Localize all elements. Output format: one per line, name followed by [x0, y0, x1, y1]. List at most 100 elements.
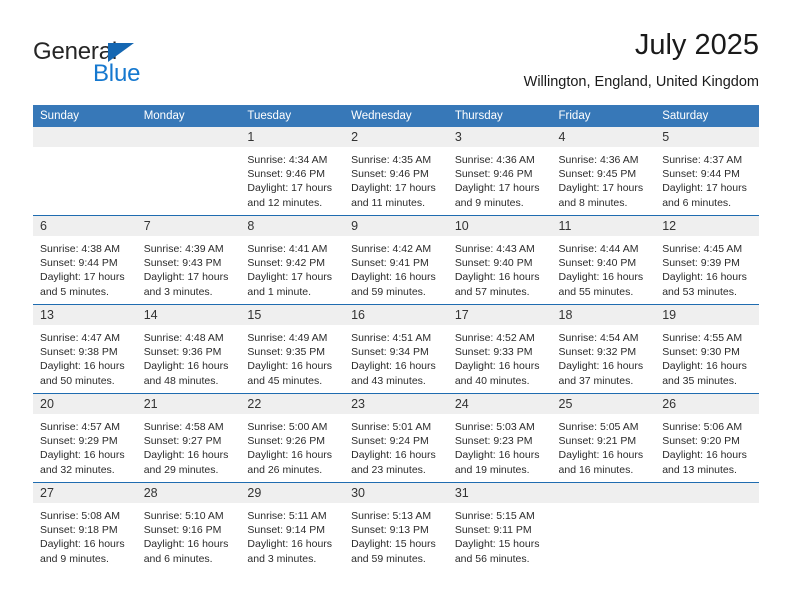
daylight-text: and 9 minutes.	[40, 552, 109, 565]
sunrise-text: Sunrise: 4:36 AM	[558, 154, 639, 166]
daylight-text: Daylight: 16 hours	[662, 449, 747, 462]
daylight-text: Daylight: 16 hours	[143, 538, 229, 551]
day-details: Sunrise: 4:38 AM Sunset: 9:44 PM Daylight:…	[33, 236, 137, 299]
daylight-text: and 9 minutes.	[454, 196, 524, 209]
sunrise-text: Sunrise: 4:34 AM	[247, 154, 328, 166]
calendar-day-cell[interactable]: 16 Sunrise: 4:51 AM Sunset: 9:34 PM Dayligh…	[344, 304, 448, 394]
calendar-day-cell[interactable]: 19 Sunrise: 4:55 AM Sunset: 9:30 PM Dayligh…	[655, 304, 759, 394]
sunset-text: Sunset: 9:44 PM	[40, 257, 118, 270]
sunset-text: Sunset: 9:42 PM	[247, 257, 326, 270]
sunrise-text: Sunrise: 5:13 AM	[351, 510, 432, 522]
calendar-day-cell[interactable]: 26 Sunrise: 5:06 AM Sunset: 9:20 PM Dayligh…	[655, 393, 759, 483]
calendar-day-cell[interactable]: 14 Sunrise: 4:48 AM Sunset: 9:36 PM Dayligh…	[136, 304, 241, 394]
daylight-text: Daylight: 17 hours	[143, 271, 229, 284]
calendar-day-cell[interactable]: 13 Sunrise: 4:47 AM Sunset: 9:38 PM Dayligh…	[33, 304, 137, 394]
calendar-day-cell[interactable]: 3 Sunrise: 4:36 AM Sunset: 9:46 PM Daylight…	[447, 127, 552, 216]
day-details: Sunrise: 4:52 AM Sunset: 9:33 PM Daylight:…	[448, 325, 552, 388]
day-number: 30	[344, 483, 448, 503]
daylight-text: and 1 minute.	[247, 285, 312, 298]
daylight-text: Daylight: 17 hours	[558, 182, 644, 195]
calendar-day-cell[interactable]: 22 Sunrise: 5:00 AM Sunset: 9:26 PM Dayligh…	[240, 393, 345, 483]
sunrise-text: Sunrise: 4:44 AM	[558, 243, 639, 255]
daylight-text: Daylight: 16 hours	[662, 271, 747, 284]
page-header: General Blue July 2025 Willington, Engla…	[33, 28, 759, 98]
calendar-day-cell[interactable]: 29 Sunrise: 5:11 AM Sunset: 9:14 PM Dayligh…	[240, 482, 345, 571]
calendar-day-cell[interactable]: 6 Sunrise: 4:38 AM Sunset: 9:44 PM Daylight…	[33, 215, 137, 305]
day-details: Sunrise: 4:41 AM Sunset: 9:42 PM Daylight:…	[240, 236, 344, 299]
calendar-day-cell[interactable]: 18 Sunrise: 4:54 AM Sunset: 9:32 PM Dayligh…	[551, 304, 656, 394]
page-subtitle: Willington, England, United Kingdom	[523, 74, 759, 90]
day-details: Sunrise: 5:15 AM Sunset: 9:11 PM Daylight:…	[448, 503, 552, 566]
calendar-day-cell[interactable]: 21 Sunrise: 4:58 AM Sunset: 9:27 PM Dayligh…	[136, 393, 241, 483]
day-number: 22	[240, 394, 345, 414]
sunset-text: Sunset: 9:16 PM	[143, 524, 222, 537]
daylight-text: and 3 minutes.	[143, 285, 213, 298]
calendar-day-cell[interactable]: 25 Sunrise: 5:05 AM Sunset: 9:21 PM Dayligh…	[551, 393, 656, 483]
weekday-header-tuesday: Tuesday	[240, 105, 345, 127]
day-details: Sunrise: 4:48 AM Sunset: 9:36 PM Daylight:…	[137, 325, 241, 388]
day-number: 29	[240, 483, 345, 503]
daylight-text: and 48 minutes.	[143, 374, 219, 387]
calendar-day-cell[interactable]: 24 Sunrise: 5:03 AM Sunset: 9:23 PM Dayligh…	[447, 393, 552, 483]
daylight-text: Daylight: 17 hours	[247, 182, 333, 195]
sunset-text: Sunset: 9:14 PM	[247, 524, 326, 537]
daylight-text: and 23 minutes.	[351, 463, 426, 476]
calendar-day-cell[interactable]: 17 Sunrise: 4:52 AM Sunset: 9:33 PM Dayligh…	[447, 304, 552, 394]
calendar-day-cell[interactable]: 27 Sunrise: 5:08 AM Sunset: 9:18 PM Dayligh…	[33, 482, 137, 571]
sunrise-text: Sunrise: 5:01 AM	[351, 421, 432, 433]
daylight-text: Daylight: 17 hours	[662, 182, 747, 195]
page-title: July 2025	[634, 29, 759, 61]
calendar-day-cell[interactable]: 31 Sunrise: 5:15 AM Sunset: 9:11 PM Dayligh…	[447, 482, 552, 571]
day-details: Sunrise: 4:37 AM Sunset: 9:44 PM Daylight:…	[655, 147, 759, 210]
sunset-text: Sunset: 9:44 PM	[662, 168, 740, 181]
calendar-day-cell[interactable]: 11 Sunrise: 4:44 AM Sunset: 9:40 PM Dayligh…	[551, 215, 656, 305]
sunset-text: Sunset: 9:41 PM	[351, 257, 429, 270]
day-number: 8	[240, 216, 345, 236]
daylight-text: Daylight: 16 hours	[454, 271, 540, 284]
sunrise-text: Sunrise: 5:00 AM	[247, 421, 328, 433]
day-details: Sunrise: 5:13 AM Sunset: 9:13 PM Daylight:…	[344, 503, 448, 566]
daylight-text: and 56 minutes.	[454, 552, 530, 565]
daylight-text: and 6 minutes.	[143, 552, 213, 565]
calendar-day-cell[interactable]: 8 Sunrise: 4:41 AM Sunset: 9:42 PM Daylight…	[240, 215, 345, 305]
day-number: 10	[447, 216, 552, 236]
sunrise-text: Sunrise: 5:06 AM	[662, 421, 743, 433]
daylight-text: and 57 minutes.	[454, 285, 530, 298]
sunrise-text: Sunrise: 4:51 AM	[351, 332, 432, 344]
daylight-text: and 32 minutes.	[40, 463, 115, 476]
calendar-day-cell[interactable]: 4 Sunrise: 4:36 AM Sunset: 9:45 PM Daylight…	[551, 127, 656, 216]
sunrise-text: Sunrise: 4:43 AM	[454, 243, 535, 255]
calendar-day-cell[interactable]: 20 Sunrise: 4:57 AM Sunset: 9:29 PM Dayligh…	[33, 393, 137, 483]
daylight-text: Daylight: 15 hours	[454, 538, 540, 551]
day-number: 12	[655, 216, 759, 236]
calendar-day-cell[interactable]: 12 Sunrise: 4:45 AM Sunset: 9:39 PM Dayligh…	[655, 215, 759, 305]
sunset-text: Sunset: 9:26 PM	[247, 435, 326, 448]
daylight-text: and 40 minutes.	[454, 374, 530, 387]
calendar-day-cell[interactable]: 10 Sunrise: 4:43 AM Sunset: 9:40 PM Dayligh…	[447, 215, 552, 305]
sunset-text: Sunset: 9:24 PM	[351, 435, 429, 448]
day-details: Sunrise: 5:01 AM Sunset: 9:24 PM Daylight:…	[344, 414, 448, 477]
calendar-day-cell[interactable]: 30 Sunrise: 5:13 AM Sunset: 9:13 PM Dayligh…	[344, 482, 448, 571]
day-number: 24	[447, 394, 552, 414]
sunset-text: Sunset: 9:11 PM	[454, 524, 532, 537]
daylight-text: Daylight: 17 hours	[454, 182, 540, 195]
day-details: Sunrise: 4:35 AM Sunset: 9:46 PM Daylight:…	[344, 147, 448, 210]
calendar-day-cell[interactable]: 5 Sunrise: 4:37 AM Sunset: 9:44 PM Daylight…	[655, 127, 759, 216]
day-number	[551, 483, 656, 503]
daylight-text: Daylight: 17 hours	[247, 271, 333, 284]
calendar-day-cell[interactable]: 15 Sunrise: 4:49 AM Sunset: 9:35 PM Dayligh…	[240, 304, 345, 394]
sunrise-text: Sunrise: 5:03 AM	[454, 421, 535, 433]
daylight-text: Daylight: 16 hours	[247, 360, 333, 373]
calendar-day-cell[interactable]: 2 Sunrise: 4:35 AM Sunset: 9:46 PM Daylight…	[344, 127, 448, 216]
calendar-day-cell[interactable]: 1 Sunrise: 4:34 AM Sunset: 9:46 PM Daylight…	[240, 127, 345, 216]
calendar-day-cell[interactable]: 9 Sunrise: 4:42 AM Sunset: 9:41 PM Daylight…	[344, 215, 448, 305]
calendar-day-cell[interactable]: 28 Sunrise: 5:10 AM Sunset: 9:16 PM Dayligh…	[136, 482, 241, 571]
day-details: Sunrise: 4:47 AM Sunset: 9:38 PM Daylight:…	[33, 325, 137, 388]
calendar-day-cell[interactable]: 7 Sunrise: 4:39 AM Sunset: 9:43 PM Daylight…	[136, 215, 241, 305]
daylight-text: and 16 minutes.	[558, 463, 634, 476]
daylight-text: Daylight: 16 hours	[558, 271, 644, 284]
calendar-week-row: 6 Sunrise: 4:38 AM Sunset: 9:44 PM Daylight…	[33, 215, 759, 305]
weekday-header-friday: Friday	[551, 105, 656, 127]
sunset-text: Sunset: 9:18 PM	[40, 524, 118, 537]
calendar-day-cell[interactable]: 23 Sunrise: 5:01 AM Sunset: 9:24 PM Dayligh…	[344, 393, 448, 483]
